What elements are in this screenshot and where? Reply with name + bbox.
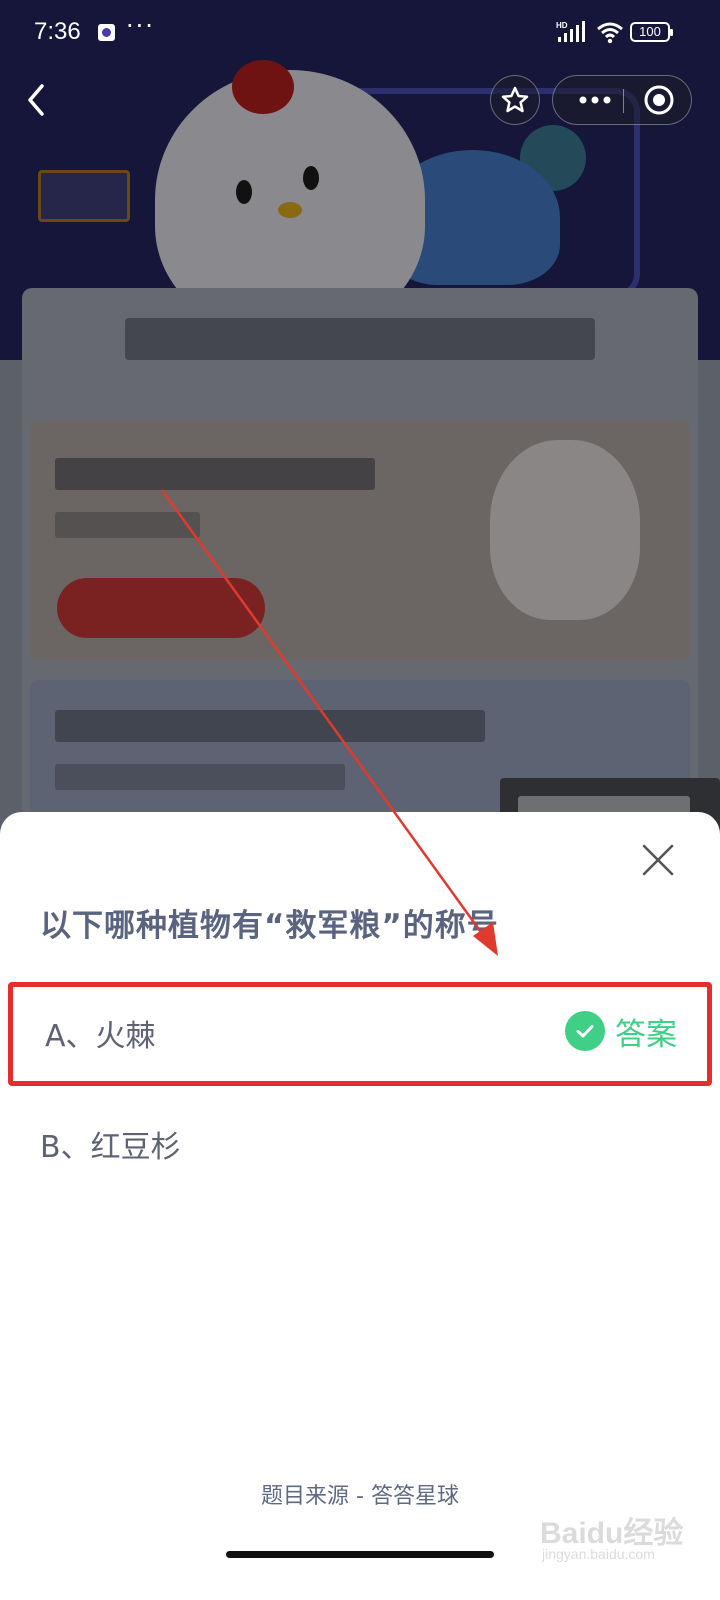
watermark: Baidu经验 jingyan.baidu.com bbox=[540, 1508, 700, 1568]
option-label: B、红豆杉 bbox=[40, 1130, 181, 1165]
status-bar: 7:36 ··· HD 100 bbox=[0, 0, 720, 64]
watermark-url: jingyan.baidu.com bbox=[542, 1546, 655, 1562]
capsule-close-button[interactable] bbox=[641, 82, 677, 118]
star-icon bbox=[501, 86, 529, 113]
answer-badge: 答案 bbox=[615, 1017, 677, 1053]
question-text: 以下哪种植物有“救军粮”的称号 bbox=[40, 908, 499, 944]
option-label: A、火棘 bbox=[45, 1019, 156, 1054]
capsule-divider bbox=[623, 89, 624, 113]
capsule-more-button[interactable] bbox=[571, 76, 619, 124]
check-icon bbox=[565, 1011, 605, 1051]
background-chicken-comb bbox=[232, 60, 294, 114]
home-indicator[interactable] bbox=[226, 1551, 494, 1558]
background-mini-chicken bbox=[490, 440, 640, 620]
battery-icon: 100 bbox=[630, 22, 673, 42]
background-blurred-text bbox=[55, 512, 200, 538]
option-a[interactable]: A、火棘 答案 bbox=[8, 982, 712, 1086]
svg-text:HD: HD bbox=[556, 21, 568, 30]
close-icon[interactable] bbox=[640, 842, 676, 878]
background-blurred-heading bbox=[125, 318, 595, 360]
background-chicken-eye bbox=[236, 180, 252, 204]
wifi-icon bbox=[597, 22, 623, 44]
signal-icon: HD bbox=[556, 21, 585, 42]
background-blurred-button bbox=[57, 578, 265, 638]
background-chicken-eye bbox=[303, 166, 319, 190]
app-indicator-icon bbox=[98, 24, 115, 41]
more-icon bbox=[579, 96, 611, 104]
status-time: 7:36 bbox=[34, 18, 81, 45]
option-b[interactable]: B、红豆杉 bbox=[8, 1090, 712, 1194]
question-source: 题目来源 - 答答星球 bbox=[261, 1484, 459, 1509]
background-blurred-text bbox=[55, 710, 485, 742]
background-chicken-beak bbox=[278, 202, 302, 218]
status-more-icon: ··· bbox=[126, 12, 155, 40]
target-close-icon bbox=[644, 85, 674, 115]
back-icon[interactable] bbox=[18, 78, 58, 122]
mini-program-capsule bbox=[552, 75, 692, 125]
background-blurred-text bbox=[55, 764, 345, 790]
favorite-button[interactable] bbox=[490, 75, 540, 125]
background-medal-plaque bbox=[38, 170, 130, 222]
background-blurred-text bbox=[55, 458, 375, 490]
